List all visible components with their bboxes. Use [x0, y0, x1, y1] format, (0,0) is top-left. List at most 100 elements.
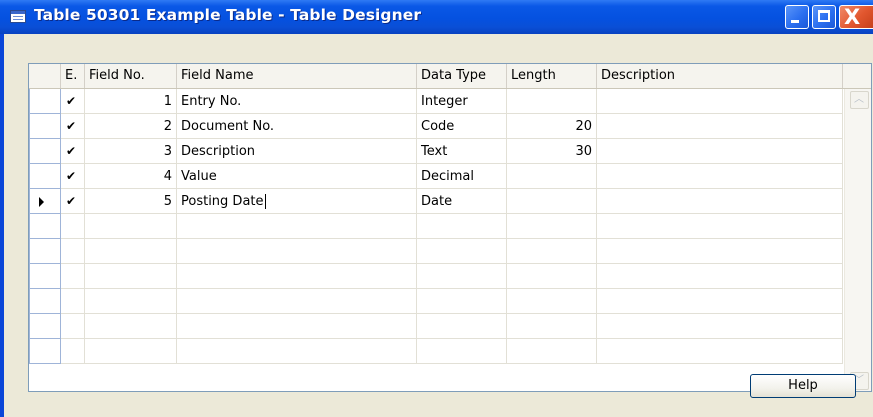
cell-description[interactable] [597, 89, 843, 114]
column-header-length[interactable]: Length [507, 64, 597, 88]
cell-data-type[interactable]: Integer [417, 89, 507, 114]
column-header-description[interactable]: Description [597, 64, 843, 88]
empty-row[interactable] [29, 214, 871, 239]
cell-description[interactable] [597, 339, 843, 364]
cell-length[interactable] [507, 189, 597, 214]
cell-data-type[interactable]: Code [417, 114, 507, 139]
cell-field-name[interactable] [177, 239, 417, 264]
cell-data-type[interactable] [417, 289, 507, 314]
maximize-button[interactable] [812, 5, 836, 29]
cell-enabled[interactable]: ✔ [61, 89, 85, 114]
minimize-button[interactable] [785, 5, 809, 29]
column-header-field-name[interactable]: Field Name [177, 64, 417, 88]
cell-data-type[interactable]: Text [417, 139, 507, 164]
cell-enabled[interactable]: ✔ [61, 114, 85, 139]
cell-description[interactable] [597, 189, 843, 214]
row-selector[interactable] [29, 139, 61, 164]
cell-length[interactable] [507, 264, 597, 289]
table-row[interactable]: ✔ 3 Description Text 30 [29, 139, 871, 164]
help-button[interactable]: Help [750, 374, 856, 398]
row-selector[interactable] [29, 239, 61, 264]
row-selector[interactable] [29, 89, 61, 114]
cell-description[interactable] [597, 289, 843, 314]
cell-enabled[interactable] [61, 214, 85, 239]
cell-data-type[interactable] [417, 264, 507, 289]
cell-description[interactable] [597, 164, 843, 189]
cell-description[interactable] [597, 239, 843, 264]
vertical-scrollbar[interactable]: ︿ ﹀ [844, 89, 871, 391]
cell-enabled[interactable]: ✔ [61, 189, 85, 214]
cell-field-name[interactable]: Document No. [177, 114, 417, 139]
empty-row[interactable] [29, 289, 871, 314]
row-selector[interactable] [29, 189, 61, 214]
cell-length[interactable] [507, 289, 597, 314]
empty-row[interactable] [29, 264, 871, 289]
cell-length[interactable] [507, 164, 597, 189]
row-selector[interactable] [29, 339, 61, 364]
cell-field-name[interactable] [177, 264, 417, 289]
cell-field-no[interactable] [85, 289, 177, 314]
cell-field-no[interactable]: 3 [85, 139, 177, 164]
cell-field-no[interactable] [85, 339, 177, 364]
empty-row[interactable] [29, 339, 871, 364]
cell-data-type[interactable]: Decimal [417, 164, 507, 189]
table-row[interactable]: ✔ 2 Document No. Code 20 [29, 114, 871, 139]
cell-enabled[interactable]: ✔ [61, 164, 85, 189]
cell-data-type[interactable] [417, 214, 507, 239]
cell-field-no[interactable]: 4 [85, 164, 177, 189]
title-bar[interactable]: Table 50301 Example Table - Table Design… [0, 0, 873, 34]
cell-field-name[interactable] [177, 214, 417, 239]
cell-length[interactable] [507, 89, 597, 114]
cell-field-name[interactable]: Entry No. [177, 89, 417, 114]
cell-description[interactable] [597, 114, 843, 139]
cell-enabled[interactable] [61, 339, 85, 364]
cell-field-no[interactable]: 2 [85, 114, 177, 139]
cell-length[interactable]: 20 [507, 114, 597, 139]
cell-description[interactable] [597, 139, 843, 164]
table-row[interactable]: ✔ 4 Value Decimal [29, 164, 871, 189]
table-row[interactable]: ✔ 5 Posting Date Date [29, 189, 871, 214]
cell-field-name[interactable] [177, 314, 417, 339]
column-header-field-no[interactable]: Field No. [85, 64, 177, 88]
row-selector[interactable] [29, 114, 61, 139]
cell-length[interactable]: 30 [507, 139, 597, 164]
cell-enabled[interactable] [61, 314, 85, 339]
cell-field-name[interactable]: Description [177, 139, 417, 164]
cell-field-no[interactable] [85, 214, 177, 239]
cell-field-no[interactable] [85, 264, 177, 289]
cell-length[interactable] [507, 214, 597, 239]
cell-field-no[interactable]: 5 [85, 189, 177, 214]
cell-length[interactable] [507, 339, 597, 364]
row-selector[interactable] [29, 289, 61, 314]
cell-data-type[interactable] [417, 314, 507, 339]
cell-enabled[interactable] [61, 264, 85, 289]
scroll-up-button[interactable]: ︿ [850, 91, 869, 109]
cell-length[interactable] [507, 314, 597, 339]
row-selector[interactable] [29, 314, 61, 339]
cell-length[interactable] [507, 239, 597, 264]
cell-field-name[interactable]: Value [177, 164, 417, 189]
cell-description[interactable] [597, 214, 843, 239]
row-selector[interactable] [29, 164, 61, 189]
cell-field-name[interactable] [177, 339, 417, 364]
cell-data-type[interactable]: Date [417, 189, 507, 214]
cell-field-name[interactable]: Posting Date [177, 189, 417, 214]
row-selector[interactable] [29, 264, 61, 289]
cell-data-type[interactable] [417, 339, 507, 364]
cell-description[interactable] [597, 264, 843, 289]
cell-field-no[interactable] [85, 314, 177, 339]
cell-field-no[interactable]: 1 [85, 89, 177, 114]
cell-enabled[interactable] [61, 289, 85, 314]
empty-row[interactable] [29, 314, 871, 339]
close-button[interactable]: X [839, 5, 873, 29]
cell-description[interactable] [597, 314, 843, 339]
column-header-data-type[interactable]: Data Type [417, 64, 507, 88]
cell-enabled[interactable]: ✔ [61, 139, 85, 164]
cell-field-name[interactable] [177, 289, 417, 314]
table-row[interactable]: ✔ 1 Entry No. Integer [29, 89, 871, 114]
cell-data-type[interactable] [417, 239, 507, 264]
column-header-enabled[interactable]: E. [61, 64, 85, 88]
cell-field-no[interactable] [85, 239, 177, 264]
row-selector[interactable] [29, 214, 61, 239]
empty-row[interactable] [29, 239, 871, 264]
